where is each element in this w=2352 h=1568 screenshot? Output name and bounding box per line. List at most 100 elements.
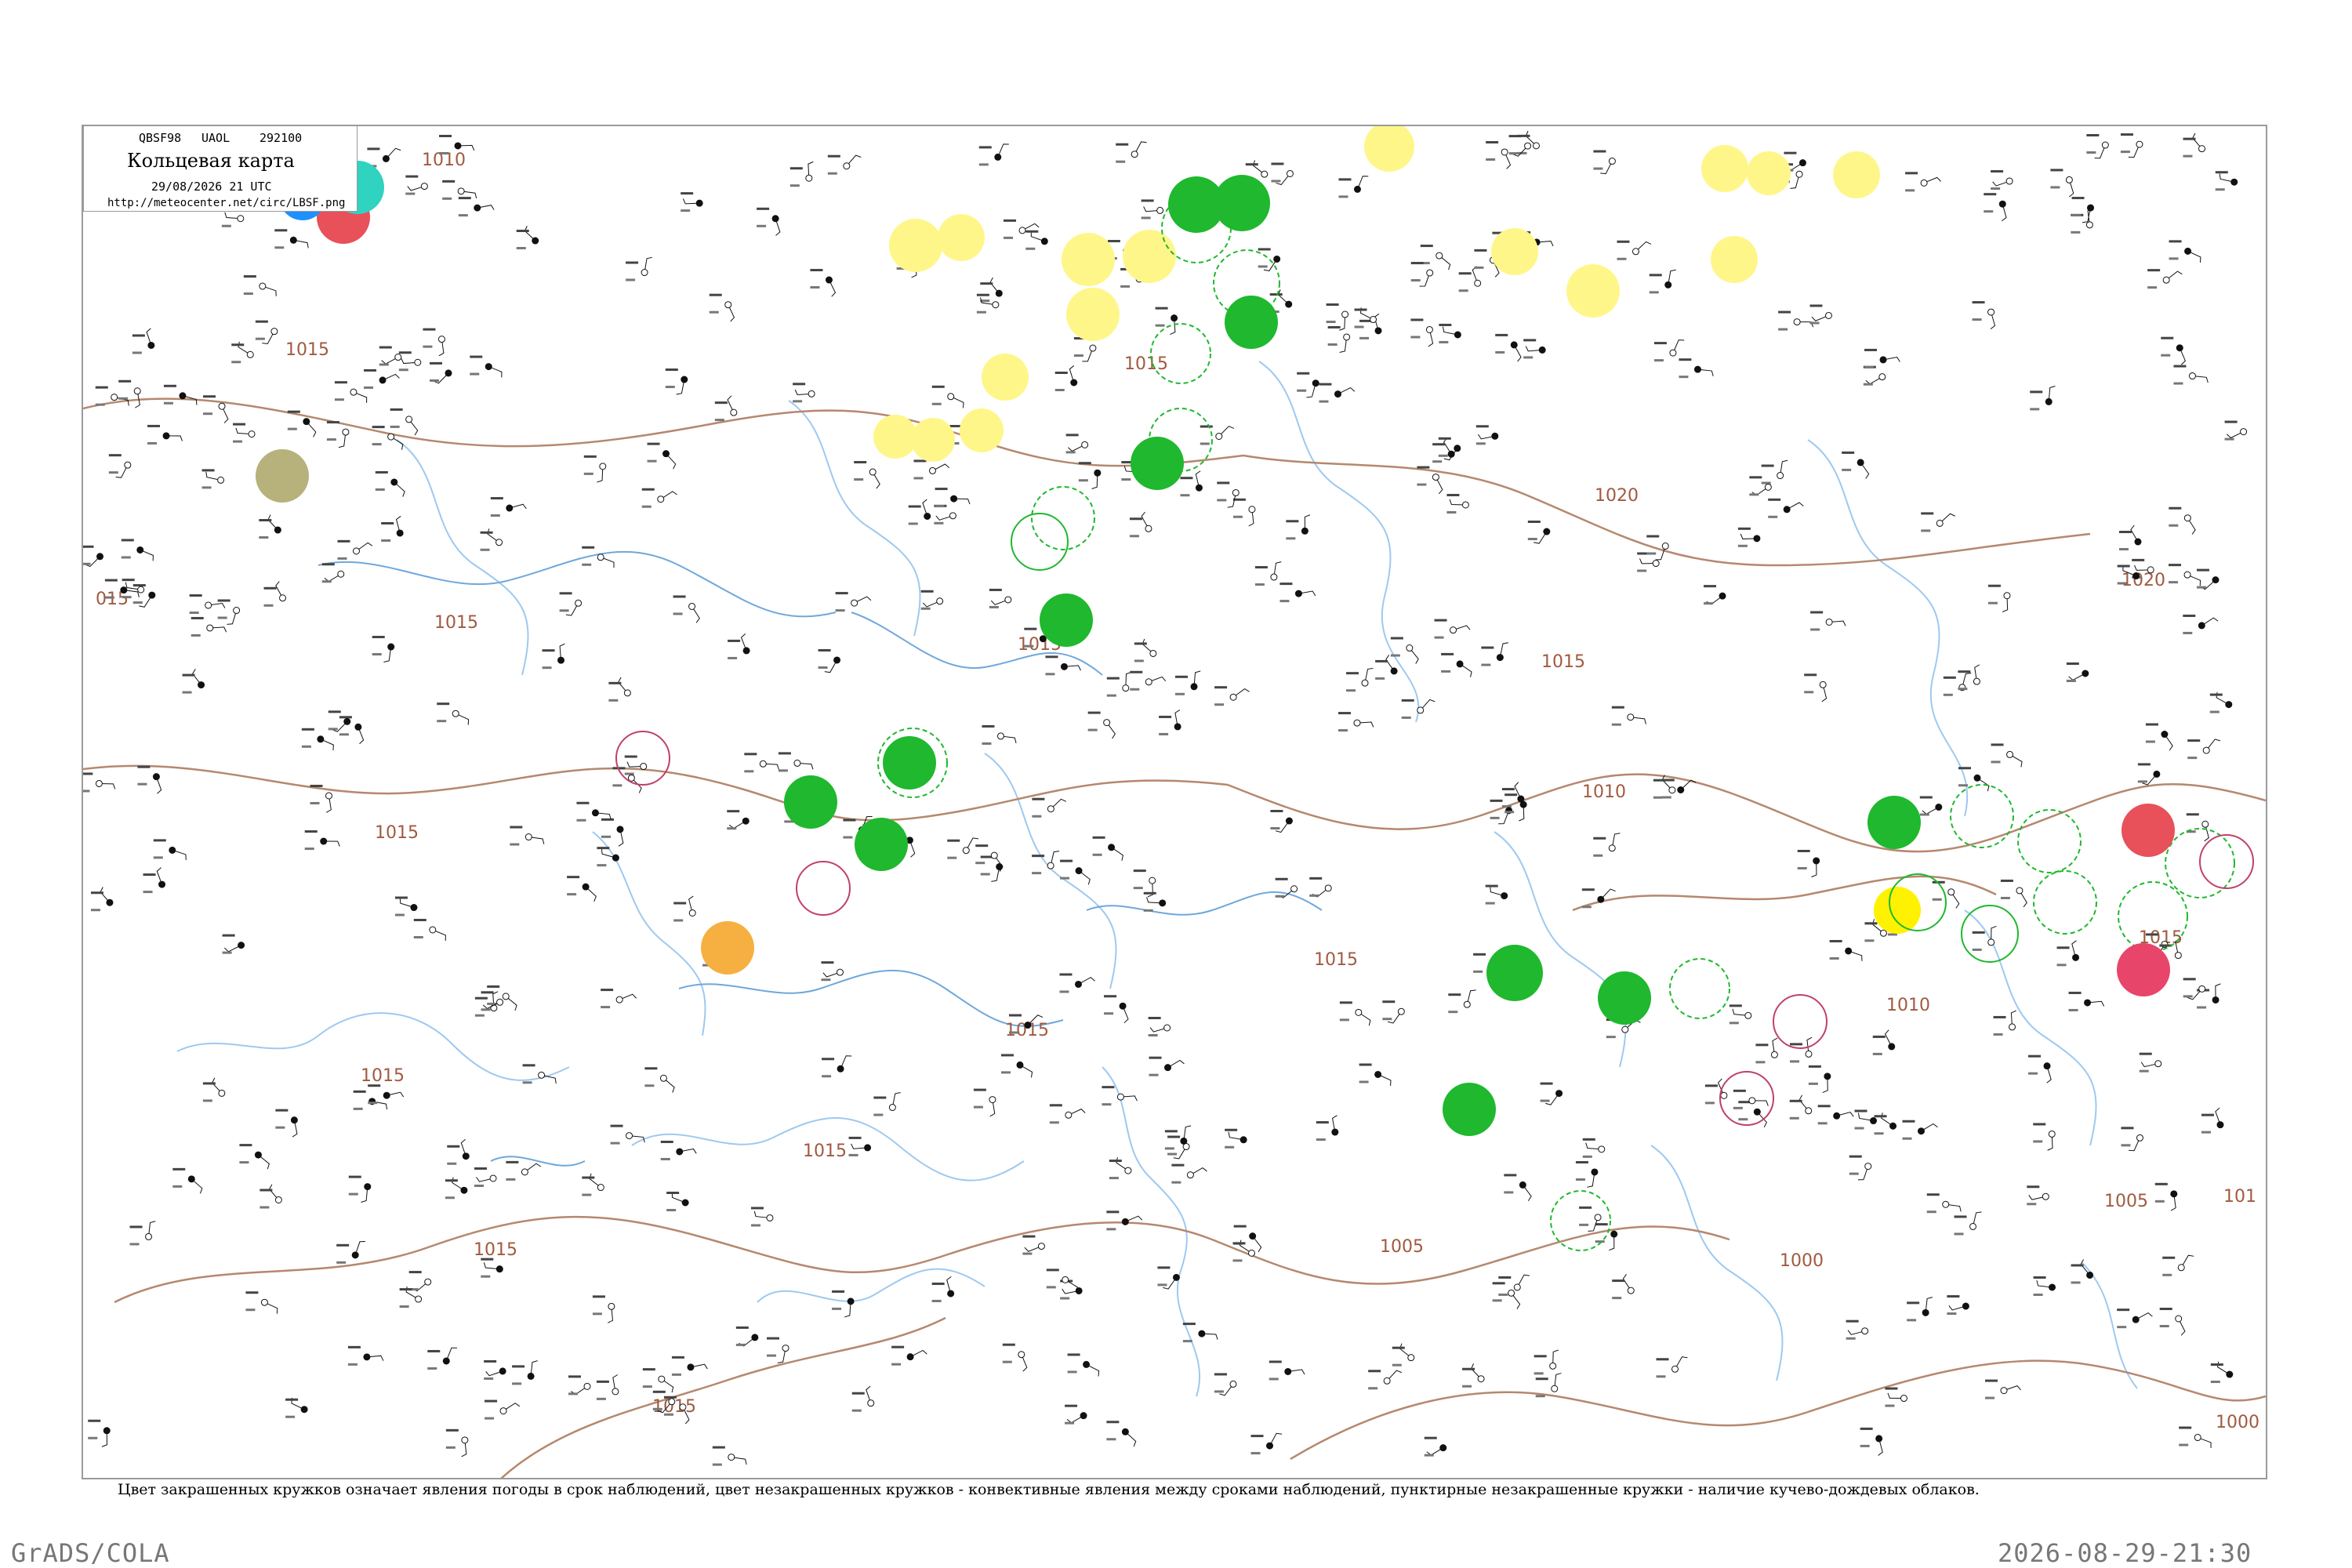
station-data-mark [1316,1138,1326,1142]
station-plot [832,1290,855,1318]
station-plot [1993,1010,2016,1036]
station-plot [542,643,565,670]
station-marker [2175,1315,2183,1323]
station-plot [239,1144,270,1170]
station-data-mark [458,214,468,217]
station-plot [1141,199,1164,220]
station-data-mark [908,505,921,508]
station-data-mark [835,609,845,612]
station-data-mark [1109,1177,1119,1180]
station-plot [1175,670,1201,695]
station-plot [714,395,738,422]
station-plot [989,588,1012,608]
station-data-mark [1060,877,1070,880]
station-plot [1958,767,1990,792]
station-plot [1087,711,1116,739]
station-data-mark [1214,1373,1227,1376]
station-data-mark [1797,866,1807,869]
station-plot [2179,1426,2212,1448]
station-plot [1738,1101,1767,1128]
station-plot [201,469,225,489]
station-data-mark [2132,558,2145,561]
station-data-mark [681,192,694,195]
station-plot [1872,1029,1896,1055]
station-marker [300,1406,308,1414]
station-plot [1797,849,1820,878]
station-marker [303,418,310,426]
station-marker [615,996,623,1004]
station-data-mark [2066,679,2076,682]
station-marker [1171,314,1178,322]
station-marker [1879,356,1887,364]
station-marker [949,512,956,520]
station-plot [474,1167,497,1187]
cumulonimbus-dashed-circle [1150,323,1211,384]
station-marker [461,1436,469,1444]
station-data-mark [2071,197,2085,200]
station-data-mark [1149,1073,1159,1076]
station-data-mark [1637,569,1647,572]
station-data-mark [1065,451,1076,454]
station-data-mark [474,996,488,1000]
fog-phenomenon-circle [256,449,309,503]
station-marker [1962,1302,1969,1310]
station-plot [1617,240,1652,260]
station-data-mark [1250,1452,1261,1455]
station-data-mark [810,286,820,289]
station-plot [512,1360,538,1385]
station-data-mark [2117,564,2130,568]
station-marker [1608,158,1616,165]
station-marker [1477,1375,1485,1383]
station-data-mark [559,609,569,612]
station-plot [445,1177,468,1200]
station-data-mark [2162,1273,2172,1276]
station-plot [1907,1297,1933,1322]
station-data-mark [891,1345,905,1348]
station-data-mark [243,292,253,296]
station-plot [1729,1004,1752,1025]
station-marker [1108,844,1116,851]
station-plot [793,383,815,403]
station-data-mark [1860,1427,1873,1430]
station-plot [1737,527,1761,547]
station-data-mark [1032,797,1045,800]
station-marker [1870,1117,1878,1125]
station-plot [1327,325,1351,354]
station-data-mark [1269,293,1283,296]
station-plot [851,1385,875,1412]
station-plot [947,837,978,859]
station-plot [1611,706,1646,726]
station-data-mark [1269,1377,1279,1381]
station-data-mark [474,1184,485,1187]
station-data-mark [1863,383,1873,386]
station-data-mark [1535,1395,1545,1398]
station-data-mark [1737,527,1751,530]
station-plot [2169,240,2201,263]
station-marker [1935,804,1943,811]
station-data-mark [1022,1235,1036,1238]
station-data-mark [1286,537,1296,540]
cumulonimbus-dashed-circle [2017,809,2082,873]
station-data-mark [108,471,118,474]
station-data-mark [1809,304,1823,307]
station-marker [1024,1022,1032,1029]
station-marker [2005,177,2013,185]
station-data-mark [1972,318,1982,321]
station-data-mark [1947,1295,1960,1298]
station-plot [601,989,637,1009]
station-marker [1783,506,1791,514]
station-marker [2045,397,2053,405]
station-marker [1501,892,1508,900]
station-data-mark [437,702,450,706]
station-plot [709,293,735,322]
station-marker [1669,349,1677,357]
station-data-mark [2121,1127,2134,1130]
station-marker [1456,660,1464,668]
station-data-mark [1133,887,1143,890]
station-data-mark [1991,170,2004,173]
station-plot [1846,1319,1869,1340]
station-data-mark [1155,307,1168,310]
station-marker [1290,885,1298,893]
station-data-mark [1595,1223,1608,1226]
station-plot [931,385,964,408]
